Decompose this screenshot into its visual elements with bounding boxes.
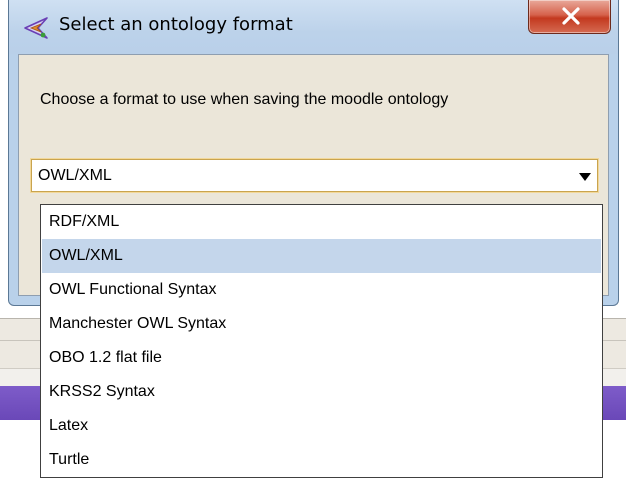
close-button[interactable] (528, 0, 611, 34)
title-bar[interactable]: Select an ontology format (9, 0, 618, 54)
format-select-value: OWL/XML (38, 167, 112, 184)
close-x-icon (562, 7, 580, 25)
option-turtle[interactable]: Turtle (42, 443, 601, 477)
dialog-prompt: Choose a format to use when saving the m… (40, 91, 449, 108)
option-owl-xml[interactable]: OWL/XML (42, 239, 601, 273)
option-krss2-syntax[interactable]: KRSS2 Syntax (42, 375, 601, 409)
option-latex[interactable]: Latex (42, 409, 601, 443)
chevron-down-icon[interactable] (578, 172, 592, 182)
option-obo-flat-file[interactable]: OBO 1.2 flat file (42, 341, 601, 375)
option-manchester-owl-syntax[interactable]: Manchester OWL Syntax (42, 307, 601, 341)
format-dropdown-list: RDF/XML OWL/XML OWL Functional Syntax Ma… (40, 204, 603, 478)
protege-logo-icon (24, 17, 48, 39)
window-title: Select an ontology format (59, 14, 293, 35)
option-owl-functional-syntax[interactable]: OWL Functional Syntax (42, 273, 601, 307)
option-rdf-xml[interactable]: RDF/XML (42, 205, 601, 239)
format-select[interactable]: OWL/XML (31, 159, 598, 192)
